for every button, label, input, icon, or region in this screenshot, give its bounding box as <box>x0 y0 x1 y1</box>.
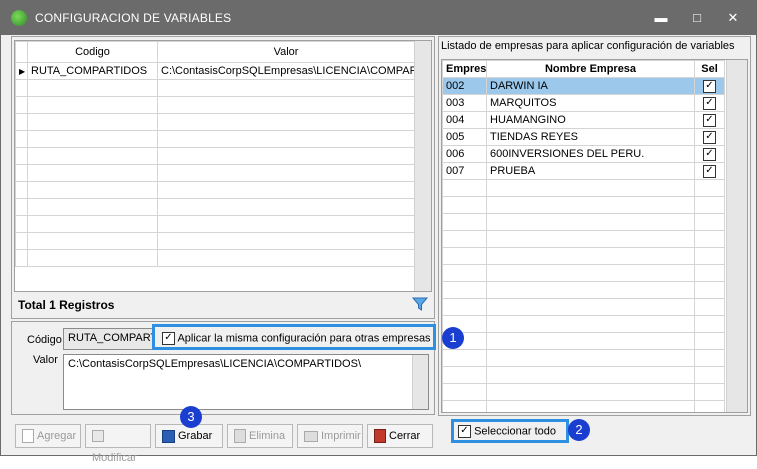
table-row[interactable]: ▶ RUTA_COMPARTIDOS C:\ContasisCorpSQLEmp… <box>15 62 415 80</box>
total-records-label: Total 1 Registros <box>18 298 115 312</box>
maximize-icon[interactable]: □ <box>687 9 707 27</box>
cell-empresa[interactable]: 006 <box>442 145 487 163</box>
window-title: CONFIGURACION DE VARIABLES <box>35 11 232 25</box>
cerrar-button[interactable]: Cerrar <box>367 424 433 448</box>
codigo-label: Código <box>27 334 62 346</box>
app-logo-icon <box>11 10 27 26</box>
grid-scrollbar[interactable] <box>414 41 431 291</box>
elimina-button[interactable]: Elimina <box>227 424 293 448</box>
table-row[interactable]: 004 HUAMANGINO ✓ <box>442 111 725 129</box>
column-header-valor[interactable]: Valor <box>157 41 415 63</box>
title-bar: CONFIGURACION DE VARIABLES ▬ □ ✕ <box>1 1 756 35</box>
step-badge-3: 3 <box>180 406 202 428</box>
column-header-nombre-empresa[interactable]: Nombre Empresa <box>486 60 695 78</box>
cell-nombre[interactable]: MARQUITOS <box>486 94 695 112</box>
cell-codigo[interactable]: RUTA_COMPARTIDOS <box>27 62 158 80</box>
row-indicator-header <box>15 41 28 63</box>
cell-empresa[interactable]: 004 <box>442 111 487 129</box>
sel-checkbox[interactable]: ✓ <box>694 145 725 163</box>
step-badge-2: 2 <box>568 419 590 441</box>
sel-checkbox[interactable]: ✓ <box>694 111 725 129</box>
companies-scrollbar[interactable] <box>726 60 747 412</box>
cell-nombre[interactable]: HUAMANGINO <box>486 111 695 129</box>
companies-grid[interactable]: Empresa Nombre Empresa Sel 002 DARWIN IA… <box>441 59 748 413</box>
highlight-box-1 <box>152 324 436 350</box>
sel-checkbox[interactable]: ✓ <box>694 162 725 180</box>
exit-door-icon <box>374 429 386 444</box>
cell-nombre[interactable]: DARWIN IA <box>486 77 695 95</box>
variables-panel: Codigo Valor ▶ RUTA_COMPARTIDOS C:\Conta… <box>11 36 435 319</box>
codigo-field[interactable]: RUTA_COMPART <box>63 328 153 350</box>
valor-textarea[interactable]: C:\ContasisCorpSQLEmpresas\LICENCIA\COMP… <box>63 354 429 410</box>
sel-checkbox[interactable]: ✓ <box>694 77 725 95</box>
table-row[interactable]: 005 TIENDAS REYES ✓ <box>442 128 725 146</box>
sel-checkbox[interactable]: ✓ <box>694 94 725 112</box>
cell-nombre[interactable]: PRUEBA <box>486 162 695 180</box>
companies-panel: Listado de empresas para aplicar configu… <box>438 36 751 416</box>
table-row[interactable]: 006 600INVERSIONES DEL PERU. ✓ <box>442 145 725 163</box>
cell-empresa[interactable]: 007 <box>442 162 487 180</box>
variables-grid[interactable]: Codigo Valor ▶ RUTA_COMPARTIDOS C:\Conta… <box>14 40 432 292</box>
agregar-button[interactable]: Agregar <box>15 424 81 448</box>
column-header-codigo[interactable]: Codigo <box>27 41 158 63</box>
cell-empresa[interactable]: 002 <box>442 77 487 95</box>
table-row[interactable]: 003 MARQUITOS ✓ <box>442 94 725 112</box>
valor-label: Valor <box>33 354 58 366</box>
imprimir-button[interactable]: Imprimir <box>297 424 363 448</box>
table-row[interactable]: 007 PRUEBA ✓ <box>442 162 725 180</box>
filter-icon[interactable] <box>412 296 428 312</box>
printer-icon <box>304 430 318 442</box>
delete-icon <box>234 429 246 444</box>
cell-empresa[interactable]: 003 <box>442 94 487 112</box>
table-row[interactable]: 002 DARWIN IA ✓ <box>442 77 725 95</box>
column-header-sel[interactable]: Sel <box>694 60 725 78</box>
save-icon <box>162 429 175 443</box>
row-pointer-icon: ▶ <box>15 62 28 80</box>
cell-nombre[interactable]: 600INVERSIONES DEL PERU. <box>486 145 695 163</box>
cell-nombre[interactable]: TIENDAS REYES <box>486 128 695 146</box>
cell-valor[interactable]: C:\ContasisCorpSQLEmpresas\LICENCIA\COMP… <box>157 62 415 80</box>
sel-checkbox[interactable]: ✓ <box>694 128 725 146</box>
column-header-empresa[interactable]: Empresa <box>442 60 487 78</box>
highlight-box-2 <box>451 419 569 443</box>
step-badge-1: 1 <box>442 327 464 349</box>
valor-text: C:\ContasisCorpSQLEmpresas\LICENCIA\COMP… <box>68 358 362 370</box>
edit-icon <box>92 430 104 443</box>
companies-panel-title: Listado de empresas para aplicar configu… <box>441 40 735 52</box>
cell-empresa[interactable]: 005 <box>442 128 487 146</box>
close-icon[interactable]: ✕ <box>723 9 743 27</box>
new-document-icon <box>22 429 34 444</box>
valor-scrollbar[interactable] <box>412 355 428 409</box>
window: CONFIGURACION DE VARIABLES ▬ □ ✕ Codigo … <box>0 0 757 464</box>
minimize-icon[interactable]: ▬ <box>651 9 671 27</box>
modificar-button[interactable]: Modificar <box>85 424 151 464</box>
